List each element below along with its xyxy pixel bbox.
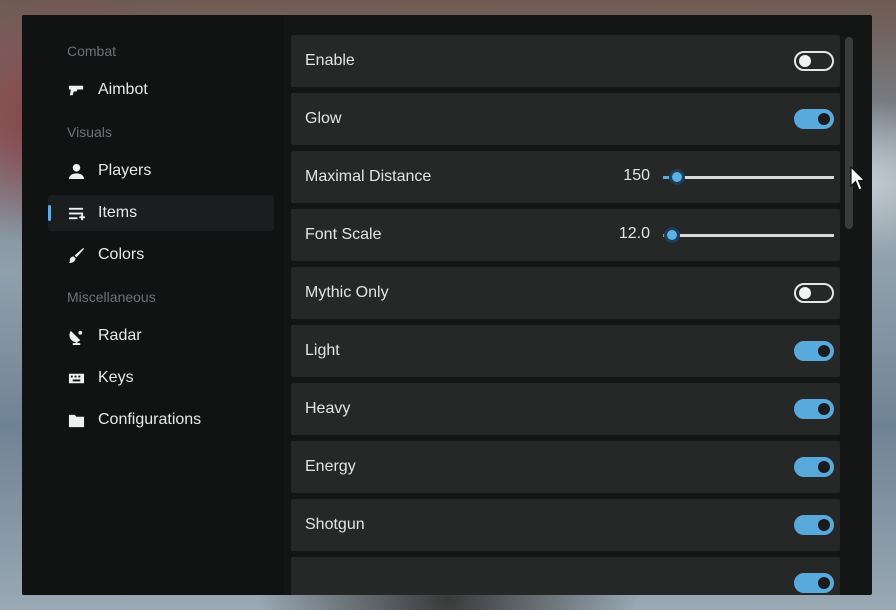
cheat-menu-window: Combat Aimbot Visuals Players Items Colo… <box>22 15 872 595</box>
maximal-distance-slider[interactable] <box>663 169 834 185</box>
heavy-toggle[interactable] <box>794 399 834 419</box>
enable-toggle[interactable] <box>794 51 834 71</box>
setting-label: Light <box>305 342 340 359</box>
setting-label: Maximal Distance <box>305 168 432 185</box>
active-indicator <box>48 205 51 221</box>
energy-toggle[interactable] <box>794 457 834 477</box>
partial-toggle[interactable] <box>794 573 834 593</box>
sidebar-item-label: Aimbot <box>98 81 148 98</box>
setting-label: Mythic Only <box>305 284 389 301</box>
setting-row-maximal-distance: Maximal Distance 150 <box>291 151 840 203</box>
toggle-knob <box>799 287 811 299</box>
sidebar-item-label: Players <box>98 162 152 179</box>
keyboard-icon <box>67 369 85 387</box>
list-add-icon <box>67 204 85 222</box>
shotgun-toggle[interactable] <box>794 515 834 535</box>
setting-row-font-scale: Font Scale 12.0 <box>291 209 840 261</box>
toggle-knob <box>818 577 830 589</box>
setting-label: Font Scale <box>305 226 382 243</box>
toggle-knob <box>818 345 830 357</box>
section-title-combat: Combat <box>67 43 117 59</box>
section-title-visuals: Visuals <box>67 124 112 140</box>
setting-label: Heavy <box>305 400 351 417</box>
sidebar-item-label: Configurations <box>98 411 202 428</box>
sidebar-item-players[interactable]: Players <box>48 153 274 189</box>
sidebar-item-label: Items <box>98 204 138 221</box>
folder-icon <box>67 411 85 429</box>
toggle-knob <box>818 113 830 125</box>
setting-row-glow: Glow <box>291 93 840 145</box>
sidebar: Combat Aimbot Visuals Players Items Colo… <box>22 15 284 595</box>
toggle-knob <box>818 461 830 473</box>
glow-toggle[interactable] <box>794 109 834 129</box>
sidebar-item-label: Colors <box>98 246 145 263</box>
brush-icon <box>67 246 85 264</box>
setting-label: Energy <box>305 458 356 475</box>
setting-label: Glow <box>305 110 342 127</box>
setting-row-energy: Energy <box>291 441 840 493</box>
slider-value: 150 <box>623 167 650 184</box>
setting-row-heavy: Heavy <box>291 383 840 435</box>
font-scale-slider[interactable] <box>663 227 834 243</box>
person-icon <box>67 162 85 180</box>
setting-row-partial <box>291 557 840 595</box>
mythic-only-toggle[interactable] <box>794 283 834 303</box>
setting-label: Shotgun <box>305 516 365 533</box>
slider-value: 12.0 <box>618 225 650 242</box>
sidebar-item-configurations[interactable]: Configurations <box>48 402 274 438</box>
sidebar-item-label: Keys <box>98 369 134 386</box>
setting-row-shotgun: Shotgun <box>291 499 840 551</box>
setting-row-light: Light <box>291 325 840 377</box>
slider-thumb[interactable] <box>664 227 680 243</box>
scrollbar[interactable] <box>845 37 853 229</box>
sidebar-item-label: Radar <box>98 327 142 344</box>
gun-icon <box>67 81 85 99</box>
toggle-knob <box>799 55 811 67</box>
sidebar-item-colors[interactable]: Colors <box>48 237 274 273</box>
sidebar-item-aimbot[interactable]: Aimbot <box>48 72 274 108</box>
setting-label: Enable <box>305 52 355 69</box>
mouse-cursor-icon <box>850 166 866 191</box>
toggle-knob <box>818 519 830 531</box>
setting-row-mythic-only: Mythic Only <box>291 267 840 319</box>
sidebar-item-keys[interactable]: Keys <box>48 360 274 396</box>
toggle-knob <box>818 403 830 415</box>
radar-icon <box>67 327 85 345</box>
sidebar-item-radar[interactable]: Radar <box>48 318 274 354</box>
slider-thumb[interactable] <box>669 169 685 185</box>
sidebar-item-items[interactable]: Items <box>48 195 274 231</box>
setting-row-enable: Enable <box>291 35 840 87</box>
light-toggle[interactable] <box>794 341 834 361</box>
section-title-miscellaneous: Miscellaneous <box>67 289 156 305</box>
settings-panel: Enable Glow Maximal Distance 150 Font Sc… <box>291 35 843 595</box>
